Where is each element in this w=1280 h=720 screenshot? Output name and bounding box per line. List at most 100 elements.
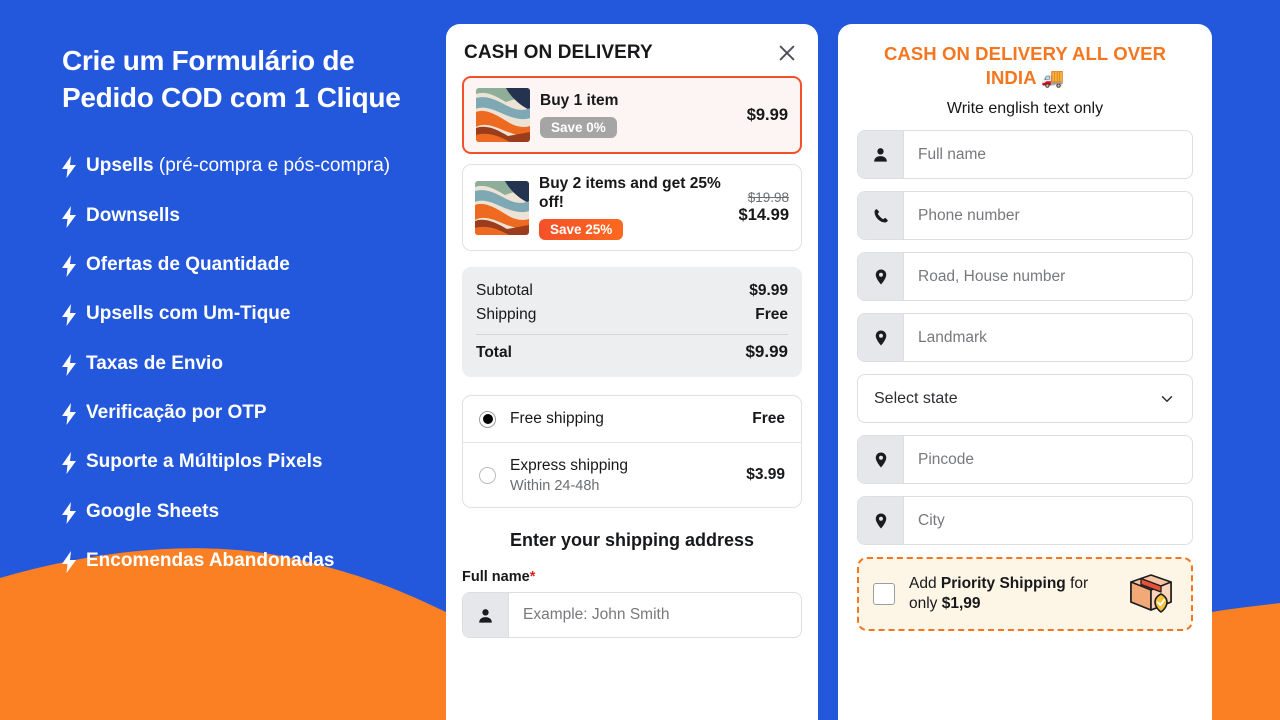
form-fields: Full name Phone number Road, House numbe…: [857, 130, 1193, 632]
landmark-placeholder: Landmark: [918, 328, 987, 346]
summary-label: Subtotal: [476, 282, 533, 300]
city-placeholder: City: [918, 511, 945, 529]
offer-price: $14.99: [738, 206, 789, 225]
shipping-option-label: Free shipping: [510, 410, 604, 428]
priority-price: $1,99: [941, 595, 981, 613]
location-icon: [858, 314, 904, 362]
offer-price-group: $19.98 $14.99: [739, 190, 789, 225]
page-title: Crie um Formulário de Pedido COD com 1 C…: [62, 45, 401, 114]
shipping-box-shield-icon: [1125, 571, 1177, 617]
form-subtitle: Write english text only: [946, 100, 1104, 118]
form-title: CASH ON DELIVERY ALL OVER INDIA 🚚: [883, 43, 1167, 88]
location-icon: [858, 497, 904, 545]
offer-price: $9.99: [746, 105, 788, 124]
priority-shipping-checkbox[interactable]: [873, 583, 895, 606]
shipping-address-heading: Enter your shipping address: [509, 530, 755, 551]
fullname-label: Full name*: [462, 569, 802, 585]
order-summary: Subtotal $9.99 Shipping Free Total $9.99: [462, 267, 802, 378]
feature-label: Encomendas Abandonadas: [86, 549, 335, 571]
fullname-placeholder: Example: John Smith: [523, 606, 670, 624]
summary-row-subtotal: Subtotal $9.99: [476, 279, 788, 303]
summary-value: Free: [755, 306, 788, 324]
priority-shipping-label: Add Priority Shipping for only $1,99: [909, 574, 1111, 614]
bolt-icon: [62, 403, 76, 426]
divider: [476, 334, 788, 336]
cod-form-card: CASH ON DELIVERY ALL OVER INDIA 🚚 Write …: [838, 24, 1212, 720]
product-thumbnail: [476, 88, 530, 142]
road-house-placeholder: Road, House number: [918, 267, 1066, 285]
phone-icon: [858, 192, 904, 240]
offer-option-2[interactable]: Buy 2 items and get 25% off! Save 25% $1…: [462, 164, 802, 252]
priority-strong: Priority Shipping: [940, 575, 1066, 593]
phone-number-placeholder: Phone number: [918, 206, 1020, 224]
feature-detail: (pré-compra e pós-compra): [153, 155, 391, 177]
close-icon[interactable]: [774, 40, 800, 66]
offer-option-1[interactable]: Buy 1 item Save 0% $9.99: [462, 76, 802, 154]
product-thumbnail: [475, 180, 529, 235]
fullname-label-text: Full name: [462, 569, 530, 586]
bolt-icon: [62, 353, 76, 376]
bolt-icon: [62, 501, 76, 524]
feature-label: Upsells: [86, 155, 154, 177]
chevron-down-icon: [1161, 395, 1173, 402]
state-select[interactable]: Select state: [857, 374, 1193, 424]
feature-label: Taxas de Envio: [86, 352, 223, 374]
radio-icon[interactable]: [479, 466, 496, 484]
shipping-method-group: Free shipping Free Express shipping With…: [462, 395, 802, 509]
full-name-input[interactable]: Full name: [857, 130, 1193, 180]
bolt-icon: [62, 304, 76, 327]
state-select-value: Select state: [874, 389, 958, 407]
feature-item-abandoned-orders: Encomendas Abandonadas: [62, 549, 444, 573]
summary-value: $9.99: [749, 282, 788, 300]
bolt-icon: [62, 156, 76, 179]
summary-value: $9.99: [745, 342, 788, 362]
feature-item-one-click-upsells: Upsells com Um-Tique: [62, 302, 444, 327]
feature-list: Upsells (pré-compra e pós-compra) Downse…: [62, 154, 444, 573]
feature-label: Verificação por OTP: [86, 402, 267, 424]
bolt-icon: [62, 452, 76, 475]
shipping-option-cost: $3.99: [746, 466, 785, 484]
location-icon: [858, 253, 904, 301]
feature-item-downsells: Downsells: [62, 204, 444, 228]
feature-label: Downsells: [86, 204, 180, 226]
shipping-option-cost: Free: [752, 410, 785, 428]
shipping-option-free[interactable]: Free shipping Free: [463, 396, 801, 442]
feature-item-google-sheets: Google Sheets: [62, 500, 444, 524]
offer-save-badge: Save 25%: [539, 219, 624, 241]
promo-panel: Crie um Formulário de Pedido COD com 1 C…: [62, 42, 444, 573]
cart-drawer: CASH ON DELIVERY Buy 1 item Save 0% $9.9…: [446, 24, 818, 720]
pincode-placeholder: Pincode: [918, 450, 975, 468]
fullname-input[interactable]: Example: John Smith: [462, 592, 802, 639]
feature-label: Ofertas de Quantidade: [86, 254, 290, 276]
summary-row-shipping: Shipping Free: [476, 303, 788, 327]
shipping-option-label: Express shipping: [510, 457, 629, 475]
landmark-input[interactable]: Landmark: [857, 313, 1193, 363]
shipping-option-express[interactable]: Express shipping Within 24-48h $3.99: [463, 442, 801, 507]
city-input[interactable]: City: [857, 496, 1193, 546]
road-house-input[interactable]: Road, House number: [857, 252, 1193, 302]
summary-label: Total: [476, 344, 512, 362]
summary-row-total: Total $9.99: [476, 339, 788, 365]
cart-title: CASH ON DELIVERY: [464, 42, 653, 63]
radio-icon[interactable]: [479, 410, 496, 428]
feature-item-quantity-offers: Ofertas de Quantidade: [62, 253, 444, 278]
promo-screenshot: Crie um Formulário de Pedido COD com 1 C…: [0, 0, 1280, 720]
offer-price-group: $9.99: [747, 106, 788, 125]
feature-label: Upsells com Um-Tique: [86, 303, 291, 325]
offer-save-badge: Save 0%: [540, 117, 617, 139]
required-asterisk: *: [529, 569, 536, 586]
offer-compare-at-price: $19.98: [747, 190, 789, 206]
summary-label: Shipping: [476, 306, 537, 324]
offer-title: Buy 2 items and get 25% off!: [539, 175, 721, 211]
priority-shipping-upsell[interactable]: Add Priority Shipping for only $1,99: [857, 557, 1193, 632]
full-name-placeholder: Full name: [918, 145, 987, 163]
feature-item-otp-verification: Verificação por OTP: [62, 401, 444, 426]
phone-number-input[interactable]: Phone number: [857, 191, 1193, 241]
feature-item-shipping-rates: Taxas de Envio: [62, 352, 444, 376]
location-icon: [858, 436, 904, 484]
bolt-icon: [62, 550, 76, 573]
feature-label: Google Sheets: [86, 500, 220, 522]
bolt-icon: [62, 205, 76, 228]
feature-item-upsells: Upsells (pré-compra e pós-compra): [62, 154, 444, 179]
pincode-input[interactable]: Pincode: [857, 435, 1193, 485]
